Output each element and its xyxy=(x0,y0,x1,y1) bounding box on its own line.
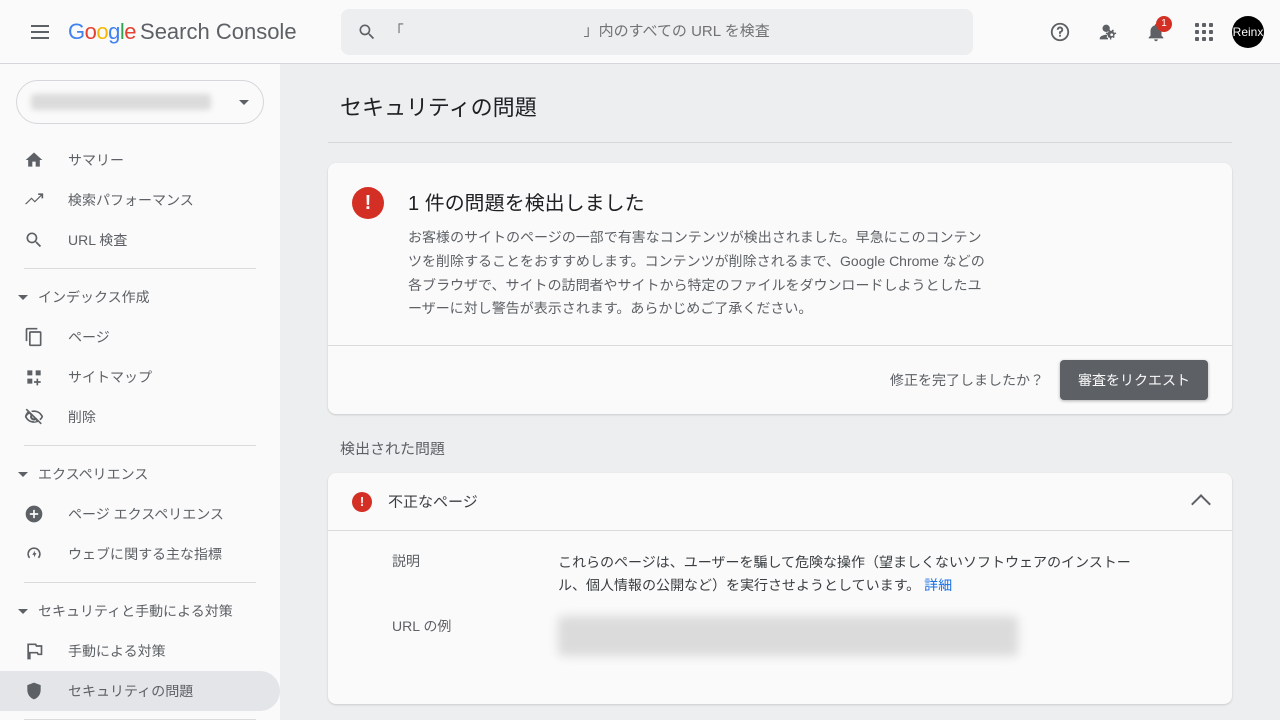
section-indexing[interactable]: インデックス作成 xyxy=(0,277,280,317)
apps-button[interactable] xyxy=(1184,12,1224,52)
google-logo-icon: Google xyxy=(68,19,136,45)
sidebar-item-manual-actions[interactable]: 手動による対策 xyxy=(0,631,280,671)
sidebar: サマリー 検索パフォーマンス URL 検査 インデックス作成 ページ サイトマッ… xyxy=(0,64,280,720)
divider xyxy=(24,445,256,446)
sidebar-item-sitemaps[interactable]: サイトマップ xyxy=(0,357,280,397)
chevron-up-icon xyxy=(1191,494,1211,514)
hamburger-icon xyxy=(31,25,49,39)
account-settings-button[interactable] xyxy=(1088,12,1128,52)
sidebar-item-label: ページ エクスペリエンス xyxy=(68,504,224,524)
alert-title: 1 件の問題を検出しました xyxy=(408,187,988,216)
error-icon: ! xyxy=(352,492,372,512)
description-value: これらのページは、ユーザーを騙して危険な操作（望ましくないソフトウェアのインスト… xyxy=(558,551,1148,596)
alert-body: お客様のサイトのページの一部で有害なコンテンツが検出されました。早急にこのコンテ… xyxy=(408,226,988,321)
section-label: エクスペリエンス xyxy=(38,464,148,484)
issue-header[interactable]: ! 不正なページ xyxy=(328,473,1232,531)
issue-card: ! 不正なページ 説明 これらのページは、ユーザーを騙して危険な操作（望ましくな… xyxy=(328,473,1232,704)
sidebar-item-label: サイトマップ xyxy=(68,367,152,387)
sitemap-icon xyxy=(24,367,44,387)
section-label: インデックス作成 xyxy=(38,287,150,307)
sidebar-item-url-inspect[interactable]: URL 検査 xyxy=(0,220,280,260)
sidebar-item-label: サマリー xyxy=(68,150,124,170)
home-icon xyxy=(24,150,44,170)
search-icon xyxy=(357,22,377,42)
page-icon xyxy=(24,327,44,347)
sidebar-item-pages[interactable]: ページ xyxy=(0,317,280,357)
search-icon xyxy=(24,230,44,250)
plus-circle-icon xyxy=(24,504,44,524)
flag-icon xyxy=(24,641,44,661)
sidebar-item-summary[interactable]: サマリー xyxy=(0,140,280,180)
divider xyxy=(24,268,256,269)
section-security-manual[interactable]: セキュリティと手動による対策 xyxy=(0,591,280,631)
details-link[interactable]: 詳細 xyxy=(924,577,952,593)
url-examples-label: URL の例 xyxy=(392,616,558,656)
visibility-off-icon xyxy=(24,407,44,427)
detected-issues-heading: 検出された問題 xyxy=(328,434,1232,473)
chart-line-icon xyxy=(24,190,44,210)
menu-button[interactable] xyxy=(16,8,64,56)
request-review-button[interactable]: 審査をリクエスト xyxy=(1060,360,1208,400)
apps-grid-icon xyxy=(1195,23,1213,41)
property-selector[interactable] xyxy=(16,80,264,124)
logo[interactable]: Google Search Console xyxy=(68,19,297,45)
app-header: Google Search Console 1 Reinx xyxy=(0,0,1280,64)
search-input[interactable] xyxy=(389,23,957,40)
help-icon xyxy=(1049,21,1071,43)
divider xyxy=(24,582,256,583)
sidebar-item-label: 手動による対策 xyxy=(68,641,166,661)
sidebar-item-label: 検索パフォーマンス xyxy=(68,190,194,210)
person-gear-icon xyxy=(1097,21,1119,43)
sidebar-item-removals[interactable]: 削除 xyxy=(0,397,280,437)
notifications-button[interactable]: 1 xyxy=(1136,12,1176,52)
sidebar-item-label: ページ xyxy=(68,327,110,347)
section-experience[interactable]: エクスペリエンス xyxy=(0,454,280,494)
sidebar-item-performance[interactable]: 検索パフォーマンス xyxy=(0,180,280,220)
chevron-down-icon xyxy=(18,295,28,300)
speed-icon xyxy=(24,544,44,564)
alert-card: ! 1 件の問題を検出しました お客様のサイトのページの一部で有害なコンテンツが… xyxy=(328,163,1232,414)
sidebar-item-label: セキュリティの問題 xyxy=(68,681,193,701)
property-name-redacted xyxy=(31,94,211,110)
description-label: 説明 xyxy=(392,551,558,596)
divider xyxy=(328,142,1232,143)
sidebar-item-page-experience[interactable]: ページ エクスペリエンス xyxy=(0,494,280,534)
page-title: セキュリティの問題 xyxy=(328,64,1232,142)
section-label: セキュリティと手動による対策 xyxy=(38,601,233,621)
action-prompt-text: 修正を完了しましたか？ xyxy=(890,370,1044,390)
sidebar-item-label: ウェブに関する主な指標 xyxy=(68,544,222,564)
sidebar-item-security-issues[interactable]: セキュリティの問題 xyxy=(0,671,280,711)
issue-title: 不正なページ xyxy=(388,491,1178,512)
description-text: これらのページは、ユーザーを騙して危険な操作（望ましくないソフトウェアのインスト… xyxy=(558,554,1131,592)
product-name: Search Console xyxy=(140,19,297,45)
dropdown-arrow-icon xyxy=(239,100,249,105)
url-examples-redacted xyxy=(558,616,1018,656)
search-bar[interactable] xyxy=(341,9,973,55)
notification-badge: 1 xyxy=(1156,16,1172,32)
avatar[interactable]: Reinx xyxy=(1232,16,1264,48)
error-icon: ! xyxy=(352,187,384,219)
chevron-down-icon xyxy=(18,472,28,477)
main-content: セキュリティの問題 ! 1 件の問題を検出しました お客様のサイトのページの一部… xyxy=(280,64,1280,720)
shield-icon xyxy=(24,681,44,701)
sidebar-item-label: URL 検査 xyxy=(68,230,127,250)
help-button[interactable] xyxy=(1040,12,1080,52)
sidebar-item-label: 削除 xyxy=(68,407,96,427)
chevron-down-icon xyxy=(18,609,28,614)
sidebar-item-core-web-vitals[interactable]: ウェブに関する主な指標 xyxy=(0,534,280,574)
